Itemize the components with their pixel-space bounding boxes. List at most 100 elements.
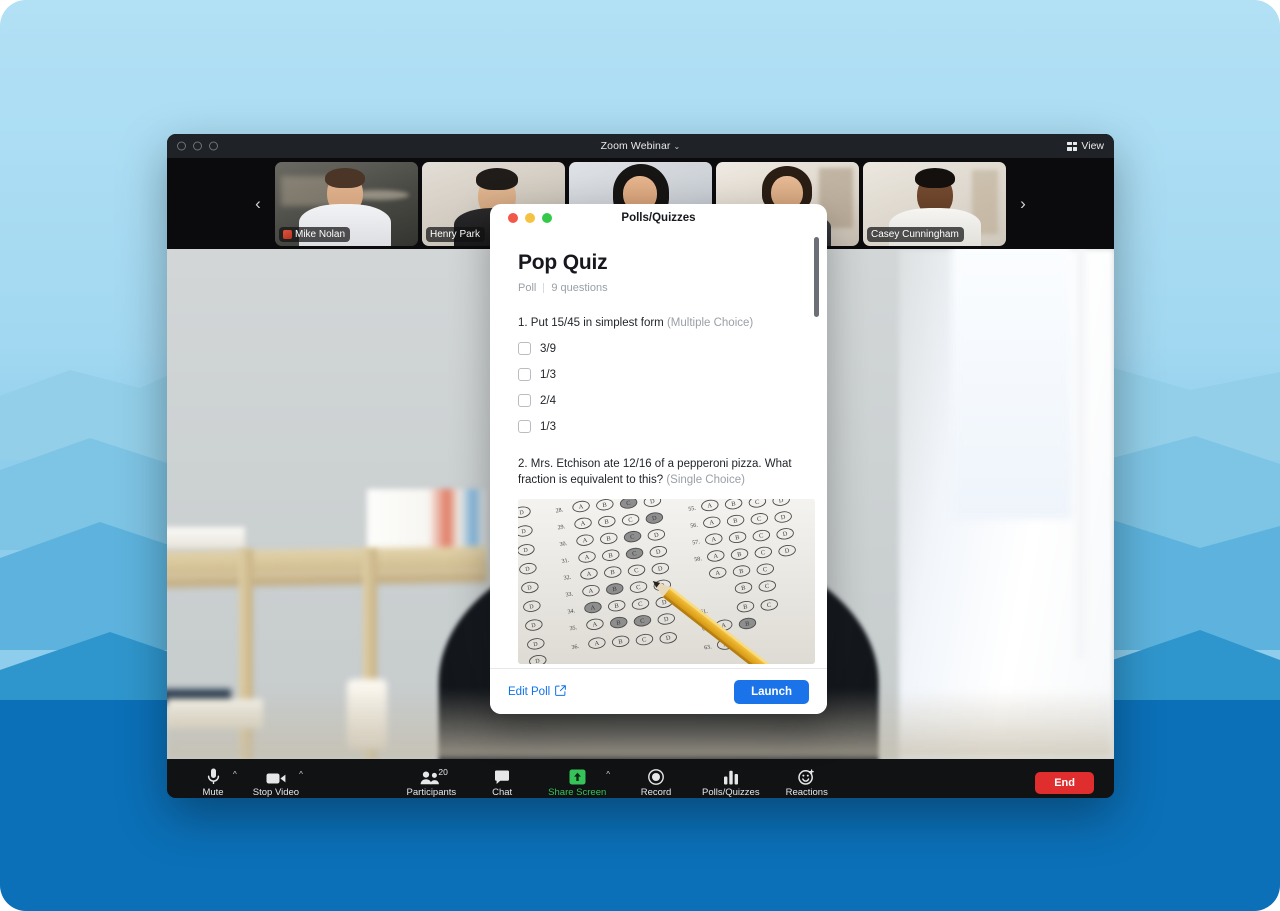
- chevron-right-icon: ›: [1020, 194, 1026, 213]
- edit-poll-label: Edit Poll: [508, 685, 551, 698]
- microphone-icon: [207, 768, 220, 785]
- svg-text:28.: 28.: [555, 507, 564, 514]
- video-control-group: Stop Video ^: [253, 768, 303, 798]
- question-1-number: 1.: [518, 317, 528, 329]
- checkbox-icon[interactable]: [518, 420, 531, 434]
- stage-window-pane: [952, 249, 1072, 519]
- poll-option[interactable]: 1/3: [518, 420, 799, 434]
- launch-poll-button[interactable]: Launch: [734, 679, 809, 704]
- svg-text:57.: 57.: [692, 539, 701, 546]
- record-label: Record: [640, 787, 672, 798]
- reactions-smiley-icon: [798, 768, 815, 785]
- grid-view-icon: [1067, 141, 1078, 151]
- modal-titlebar: Polls/Quizzes: [490, 204, 827, 233]
- modal-scrollbar-thumb[interactable]: [814, 237, 819, 317]
- share-options-chevron-icon[interactable]: ^: [606, 771, 610, 779]
- svg-text:30.: 30.: [559, 541, 568, 548]
- svg-text:56.: 56.: [690, 522, 699, 529]
- checkbox-icon[interactable]: [518, 394, 531, 408]
- stage-window-frame: [1076, 249, 1086, 659]
- modal-footer: Edit Poll Launch: [490, 668, 827, 714]
- controls-center-group: 20 Participants Chat Share Screen ^ Reco…: [407, 767, 828, 798]
- window-title-text: Zoom Webinar: [600, 140, 671, 152]
- question-1-type: (Multiple Choice): [666, 317, 754, 329]
- share-screen-label: Share Screen: [548, 787, 607, 798]
- video-tile[interactable]: Mike Nolan: [275, 161, 418, 246]
- polls-quizzes-button[interactable]: Polls/Quizzes: [702, 768, 760, 798]
- svg-text:55.: 55.: [688, 505, 697, 512]
- share-screen-icon: [569, 768, 586, 785]
- participant-nametag: Henry Park: [426, 227, 486, 242]
- mute-control-group: Mute ^: [193, 768, 237, 798]
- chevron-down-icon: ⌄: [673, 142, 681, 151]
- reactions-label: Reactions: [785, 787, 828, 798]
- stage-book-stack: [167, 527, 245, 549]
- video-camera-icon: [266, 768, 286, 785]
- window-traffic-lights[interactable]: [177, 141, 218, 151]
- svg-text:29.: 29.: [557, 524, 566, 531]
- mute-label: Mute: [202, 787, 224, 798]
- question-2-body: Mrs. Etchison ate 12/16 of a pepperoni p…: [518, 458, 792, 486]
- stop-video-label: Stop Video: [252, 787, 300, 798]
- svg-text:31.: 31.: [561, 558, 570, 565]
- record-icon: [648, 768, 664, 786]
- share-screen-button[interactable]: Share Screen: [548, 768, 606, 798]
- svg-text:34.: 34.: [567, 608, 576, 615]
- filmstrip-prev-button[interactable]: ‹: [245, 191, 271, 217]
- mute-options-chevron-icon[interactable]: ^: [233, 771, 237, 779]
- meeting-control-bar: Mute ^ Stop Video ^ 20 Participants Chat…: [167, 759, 1114, 798]
- record-button[interactable]: Record: [636, 768, 676, 798]
- svg-text:35.: 35.: [569, 625, 578, 632]
- polls-quizzes-modal: Polls/Quizzes Pop Quiz Poll 9 questions …: [490, 204, 827, 714]
- checkbox-icon[interactable]: [518, 342, 531, 356]
- poll-option[interactable]: 1/3: [518, 368, 799, 382]
- option-label: 1/3: [540, 368, 556, 381]
- question-2-text: 2. Mrs. Etchison ate 12/16 of a pepperon…: [518, 457, 799, 488]
- svg-text:58.: 58.: [694, 556, 703, 563]
- participant-name: Mike Nolan: [295, 228, 346, 240]
- edit-poll-link[interactable]: Edit Poll: [508, 684, 567, 699]
- chevron-left-icon: ‹: [255, 194, 261, 213]
- share-screen-group: Share Screen ^: [548, 768, 610, 798]
- view-button[interactable]: View: [1067, 140, 1104, 152]
- reactions-button[interactable]: Reactions: [786, 768, 828, 798]
- question-1-text: 1. Put 15/45 in simplest form (Multiple …: [518, 316, 799, 331]
- stop-video-button[interactable]: Stop Video: [253, 768, 299, 798]
- modal-scroll-body[interactable]: Pop Quiz Poll 9 questions 1. Put 15/45 i…: [490, 233, 827, 668]
- svg-text:63.: 63.: [704, 644, 713, 651]
- window-title: Zoom Webinar ⌄: [167, 140, 1114, 152]
- poll-meta: Poll 9 questions: [518, 282, 799, 294]
- poll-option[interactable]: 3/9: [518, 342, 799, 356]
- poll-option[interactable]: 2/4: [518, 394, 799, 408]
- controls-right-group: End: [1035, 772, 1114, 794]
- participant-nametag: Casey Cunningham: [867, 227, 964, 242]
- question-1-body: Put 15/45 in simplest form: [530, 317, 664, 329]
- question-2-number: 2.: [518, 458, 528, 471]
- chat-button[interactable]: Chat: [482, 768, 522, 798]
- minimize-window-dot[interactable]: [193, 141, 202, 151]
- end-meeting-button[interactable]: End: [1035, 772, 1094, 794]
- option-label: 3/9: [540, 342, 556, 355]
- video-options-chevron-icon[interactable]: ^: [299, 771, 303, 779]
- chat-label: Chat: [492, 787, 513, 798]
- view-button-label: View: [1081, 140, 1104, 152]
- poll-question-count: 9 questions: [551, 282, 608, 294]
- bar-chart-icon: [723, 768, 739, 785]
- filmstrip-next-button[interactable]: ›: [1010, 191, 1036, 217]
- checkbox-icon[interactable]: [518, 368, 531, 382]
- question-2-type: (Single Choice): [666, 473, 745, 486]
- participant-nametag: Mike Nolan: [279, 227, 351, 242]
- poll-title: Pop Quiz: [518, 251, 608, 274]
- maximize-window-dot[interactable]: [209, 141, 218, 151]
- option-label: 1/3: [540, 420, 556, 433]
- poll-type-label: Poll: [518, 282, 537, 294]
- modal-title: Polls/Quizzes: [621, 212, 696, 224]
- svg-text:32.: 32.: [563, 574, 572, 581]
- participant-name: Casey Cunningham: [871, 228, 959, 240]
- close-window-dot[interactable]: [177, 141, 186, 151]
- external-link-icon: [555, 684, 567, 699]
- mute-button[interactable]: Mute: [193, 768, 233, 798]
- video-tile[interactable]: Casey Cunningham: [863, 161, 1006, 246]
- option-label: 2/4: [540, 394, 556, 407]
- participants-button[interactable]: 20 Participants: [407, 767, 457, 798]
